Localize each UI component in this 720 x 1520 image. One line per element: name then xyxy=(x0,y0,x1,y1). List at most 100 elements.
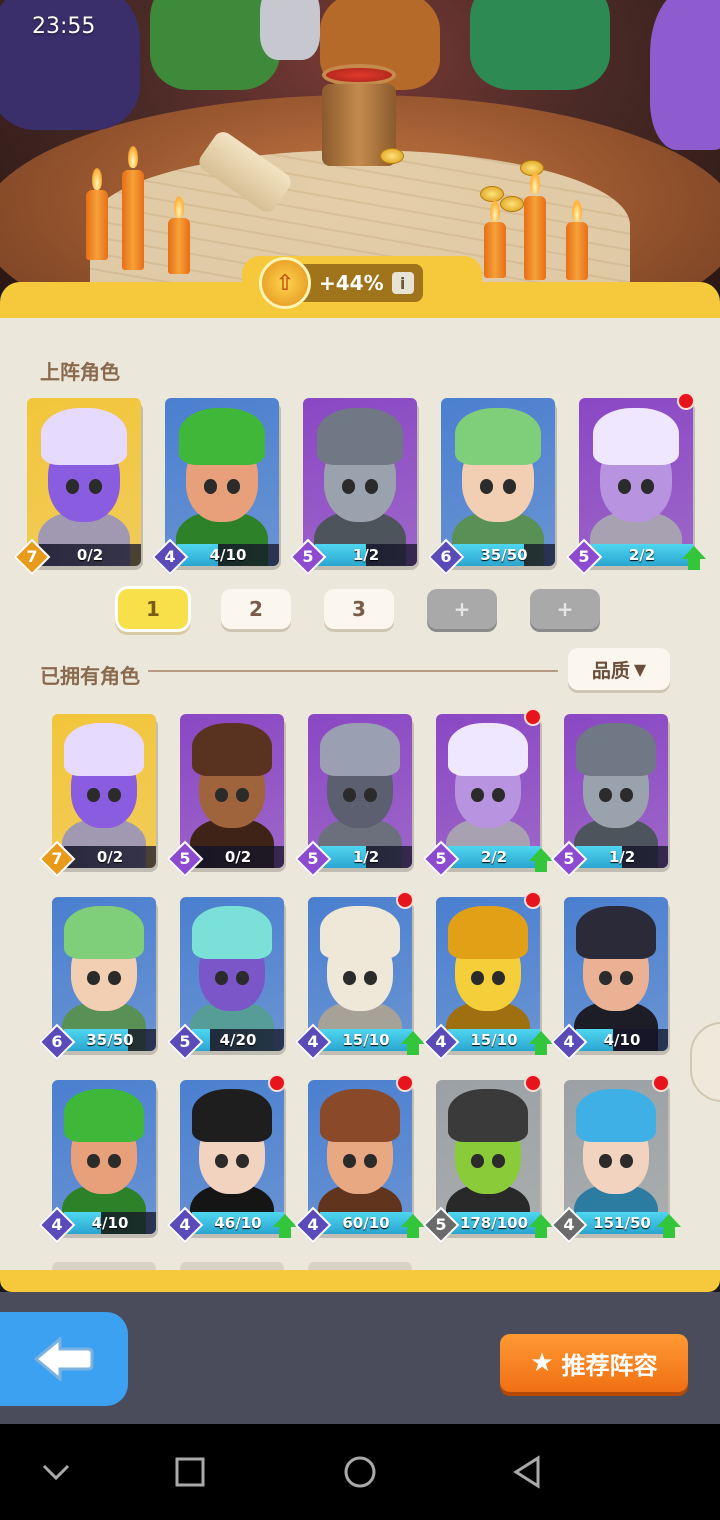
shard-count: 178/100 xyxy=(459,1214,529,1232)
portrait-eye xyxy=(343,970,356,985)
shard-progress-bar: 178/100 xyxy=(448,1212,540,1234)
portrait-eye xyxy=(471,1153,484,1168)
hero-card-purple-star-demon[interactable]: 0/2 7 xyxy=(38,714,156,878)
level-number: 4 xyxy=(51,1215,63,1234)
hero-card-skeleton-swordsman[interactable]: 15/10 4 xyxy=(294,891,425,1061)
hero-portrait xyxy=(52,714,156,868)
upgrade-arrow-icon xyxy=(656,1214,682,1240)
level-number: 5 xyxy=(578,547,590,566)
recommend-lineup-button[interactable]: ★ 推荐阵容 xyxy=(500,1334,688,1392)
portrait-hair xyxy=(316,408,404,466)
mug-top xyxy=(322,64,396,86)
notification-dot-icon xyxy=(677,392,695,410)
portrait-eye xyxy=(87,1153,100,1168)
hero-portrait xyxy=(441,398,555,566)
hero-portrait xyxy=(564,714,668,868)
upgrade-arrow-icon xyxy=(400,1031,426,1057)
portrait-hair xyxy=(64,1089,144,1142)
divider xyxy=(148,670,558,672)
shard-count: 46/10 xyxy=(214,1214,262,1232)
level-number: 4 xyxy=(164,547,176,566)
hero-card-armored-knight[interactable]: 1/2 5 xyxy=(289,398,417,576)
level-number: 5 xyxy=(435,849,447,868)
scene-character-knight xyxy=(260,0,320,60)
team-tab-1[interactable]: 1 xyxy=(118,589,188,629)
home-icon[interactable] xyxy=(342,1454,378,1490)
hero-card-purple-horned-ninja[interactable]: 2/2 5 xyxy=(565,392,706,576)
portrait-eye xyxy=(343,787,356,802)
portrait-hair xyxy=(64,906,144,959)
portrait-eye xyxy=(236,1153,249,1168)
candle xyxy=(168,218,190,274)
portrait-hair xyxy=(576,1089,656,1142)
candle-flame xyxy=(174,196,184,218)
shard-progress-bar: 0/2 xyxy=(39,544,141,566)
hero-card-minotaur[interactable]: 0/2 5 xyxy=(166,714,284,878)
portrait-eye xyxy=(236,787,249,802)
hero-card-green-fairy[interactable]: 35/50 6 xyxy=(427,398,555,576)
recent-apps-icon[interactable] xyxy=(172,1454,208,1490)
hero-portrait xyxy=(303,398,417,566)
shard-progress-bar: 1/2 xyxy=(315,544,417,566)
portrait-eye xyxy=(215,970,228,985)
hero-card-dark-hooded-knight[interactable]: 1/2 5 xyxy=(294,714,412,878)
status-time: 23:55 xyxy=(32,14,96,39)
shard-count: 2/2 xyxy=(628,546,656,564)
level-number: 4 xyxy=(307,1215,319,1234)
team-tab-2[interactable]: 2 xyxy=(221,589,291,629)
team-tab-4[interactable]: + xyxy=(427,589,497,629)
side-tab-handle[interactable] xyxy=(690,1022,720,1102)
notification-dot-icon xyxy=(396,1074,414,1092)
hero-portrait xyxy=(27,398,141,566)
hero-card-shield-bearer[interactable]: 60/10 4 xyxy=(294,1074,425,1244)
hero-card-green-hair-warrior[interactable]: 4/10 4 xyxy=(151,398,279,576)
hero-card-green-fairy[interactable]: 35/50 6 xyxy=(38,897,156,1061)
shard-count: 1/2 xyxy=(352,546,380,564)
coin xyxy=(380,148,404,164)
sort-quality-button[interactable]: 品质 ▼ xyxy=(568,648,670,690)
info-button[interactable]: i xyxy=(391,272,414,294)
level-number: 7 xyxy=(26,547,38,566)
portrait-eye xyxy=(203,478,218,494)
shard-count: 60/10 xyxy=(342,1214,390,1232)
shard-progress-bar: 151/50 xyxy=(576,1212,668,1234)
hero-portrait xyxy=(436,1080,540,1234)
hero-portrait xyxy=(308,897,412,1051)
team-tab-5[interactable]: + xyxy=(530,589,600,629)
level-number: 5 xyxy=(302,547,314,566)
hero-card-cheerleader[interactable]: 46/10 4 xyxy=(166,1074,297,1244)
hero-card-blue-hair-girl[interactable]: 151/50 4 xyxy=(550,1074,681,1244)
portrait-hair xyxy=(320,1089,400,1142)
portrait-eye xyxy=(108,970,121,985)
hero-card-partial[interactable] xyxy=(308,1262,412,1270)
portrait-eye xyxy=(108,787,121,802)
hero-card-purple-horned-ninja[interactable]: 2/2 5 xyxy=(422,708,553,878)
back-triangle-icon[interactable] xyxy=(510,1454,546,1490)
shard-count: 151/50 xyxy=(593,1214,651,1232)
level-number: 4 xyxy=(563,1032,575,1051)
portrait-eye xyxy=(88,478,103,494)
hero-card-purple-star-demon[interactable]: 0/2 7 xyxy=(13,398,141,576)
portrait-hair xyxy=(192,723,272,776)
hero-card-partial[interactable] xyxy=(180,1262,284,1270)
upgrade-arrow-icon xyxy=(400,1214,426,1240)
hero-card-goblin[interactable]: 178/100 5 xyxy=(422,1074,553,1244)
hero-card-green-hair-warrior[interactable]: 4/10 4 xyxy=(38,1080,156,1244)
upgrade-arrow-icon xyxy=(528,848,554,874)
candle xyxy=(524,196,546,280)
portrait-eye xyxy=(364,970,377,985)
notification-dot-icon xyxy=(524,708,542,726)
shard-count: 15/10 xyxy=(470,1031,518,1049)
hero-card-crystal-shield-guard[interactable]: 4/10 4 xyxy=(550,897,668,1061)
hero-card-armored-knight[interactable]: 1/2 5 xyxy=(550,714,668,878)
chevron-down-icon[interactable] xyxy=(38,1454,74,1490)
team-tab-3[interactable]: 3 xyxy=(324,589,394,629)
bonus-value: +44% xyxy=(319,271,384,295)
hero-card-partial[interactable] xyxy=(52,1262,156,1270)
hero-card-golden-mask-warrior[interactable]: 15/10 4 xyxy=(422,891,553,1061)
back-arrow-icon xyxy=(34,1337,94,1381)
shard-count: 35/50 xyxy=(86,1031,134,1049)
hero-card-cyan-hair-demon[interactable]: 4/20 5 xyxy=(166,897,284,1061)
back-button[interactable] xyxy=(0,1312,128,1406)
portrait-hair xyxy=(448,906,528,959)
